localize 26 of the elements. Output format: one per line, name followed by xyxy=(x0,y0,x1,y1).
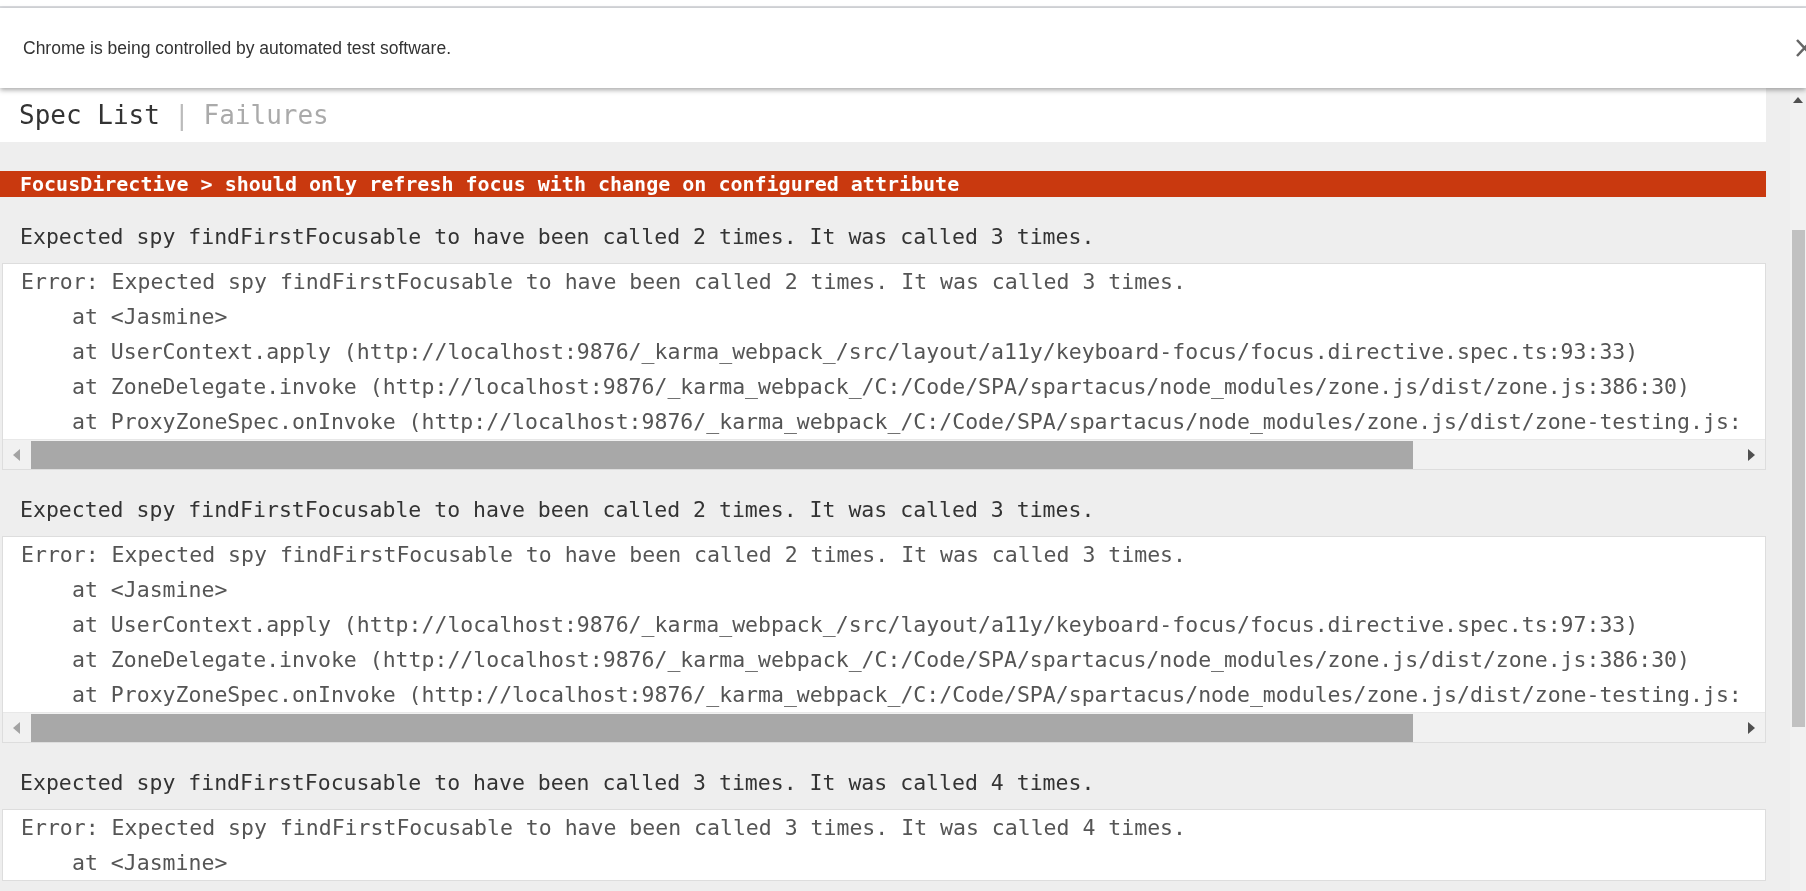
stack-trace-line: at ZoneDelegate.invoke (http://localhost:9876/_karma_webpack_/C:/Code/SPA/spartacus/node_modules/zone.js/dist/zone.js:386:30) xyxy=(72,373,1690,401)
up-arrow-icon[interactable] xyxy=(1792,96,1804,104)
failure-message: Expected spy findFirstFocusable to have been called 2 times. It was called 3 times. xyxy=(19,496,1096,525)
stack-trace-line: at UserContext.apply (http://localhost:9876/_karma_webpack_/src/layout/a11y/keyboard-focus/focus.directive.spec.ts:93:33) xyxy=(72,338,1639,366)
page-scrollbar-thumb[interactable] xyxy=(1791,230,1805,727)
failure-title-bar: FocusDirective > should only refresh focus with change on configured attribute xyxy=(0,171,1766,197)
tab[interactable]: Spec List xyxy=(19,95,160,135)
stack-trace-line: at ProxyZoneSpec.onInvoke (http://localhost:9876/_karma_webpack_/C:/Code/SPA/spartacus/node_modules/zone.js/dist/zone-testing.js: xyxy=(72,681,1742,709)
stack-trace-line: at <Jasmine> xyxy=(72,303,228,331)
stack-trace-line: at <Jasmine> xyxy=(72,849,228,877)
stack-trace-line: Error: Expected spy findFirstFocusable to have been called 2 times. It was called 3 times. xyxy=(21,541,1186,569)
failure-message: Expected spy findFirstFocusable to have been called 2 times. It was called 3 times. xyxy=(19,223,1096,252)
stack-trace-line: at ZoneDelegate.invoke (http://localhost:9876/_karma_webpack_/C:/Code/SPA/spartacus/node_modules/zone.js/dist/zone.js:386:30) xyxy=(72,646,1690,674)
stack-trace-line: at <Jasmine> xyxy=(72,576,228,604)
failure-message: Expected spy findFirstFocusable to have been called 3 times. It was called 4 times. xyxy=(19,769,1096,798)
stack-trace-line: at UserContext.apply (http://localhost:9876/_karma_webpack_/src/layout/a11y/keyboard-focus/focus.directive.spec.ts:97:33) xyxy=(72,611,1639,639)
horizontal-scrollbar[interactable] xyxy=(3,439,1765,469)
stack-trace-line: Error: Expected spy findFirstFocusable to have been called 2 times. It was called 3 times. xyxy=(21,268,1186,296)
infobar-message: Chrome is being controlled by automated test software. xyxy=(23,36,451,60)
tab-separator: | xyxy=(173,98,190,133)
close-icon[interactable] xyxy=(1796,39,1806,57)
scrollbar-thumb[interactable] xyxy=(31,440,1413,469)
stack-trace-line: at ProxyZoneSpec.onInvoke (http://localhost:9876/_karma_webpack_/C:/Code/SPA/spartacus/node_modules/zone.js/dist/zone-testing.js: xyxy=(72,408,1742,436)
stack-trace-line: Error: Expected spy findFirstFocusable to have been called 3 times. It was called 4 times. xyxy=(21,814,1186,842)
horizontal-scrollbar[interactable] xyxy=(3,712,1765,742)
scrollbar-thumb[interactable] xyxy=(31,713,1413,742)
